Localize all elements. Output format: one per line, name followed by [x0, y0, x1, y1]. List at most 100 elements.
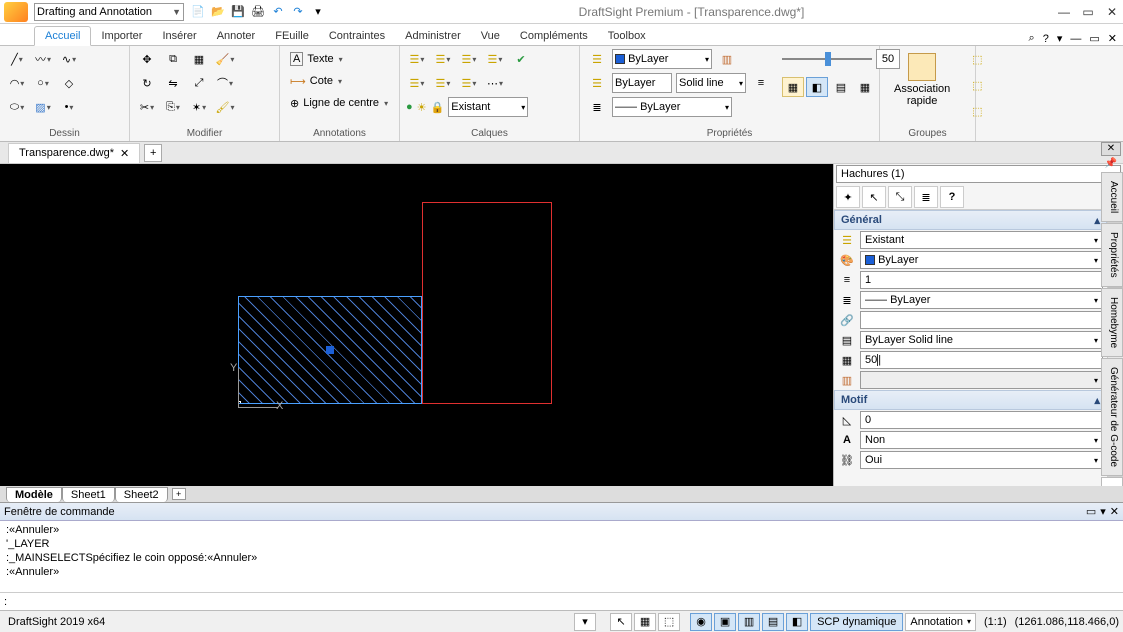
tab-administrer[interactable]: Administrer	[395, 27, 471, 45]
layer-a-icon[interactable]: ☰▾	[406, 49, 428, 69]
array-tool-icon[interactable]: ▦	[188, 49, 210, 69]
scale-tool-icon[interactable]: ⤢	[188, 73, 210, 93]
layer-d-icon[interactable]: ☰▾	[484, 49, 506, 69]
color-layers-icon[interactable]: ☰	[586, 49, 608, 69]
section-general[interactable]: Général▴	[834, 210, 1107, 230]
group-b-icon[interactable]: ⬚	[966, 75, 988, 95]
sheet-add-button[interactable]: +	[172, 488, 186, 500]
open-icon[interactable]: 📂	[210, 4, 226, 20]
rotate-tool-icon[interactable]: ↻	[136, 73, 158, 93]
pal-tool-d[interactable]: ≣	[914, 186, 938, 208]
side-tab-proprietes[interactable]: Propriétés	[1101, 223, 1123, 287]
print-icon[interactable]: 🖨	[250, 4, 266, 20]
tab-contraintes[interactable]: Contraintes	[319, 27, 395, 45]
redo-icon[interactable]: ↷	[290, 4, 306, 20]
layer-e-icon[interactable]: ☰▾	[406, 73, 428, 93]
layer-c-icon[interactable]: ☰▾	[458, 49, 480, 69]
prop-transparency-input[interactable]: 50|	[860, 351, 1103, 369]
linetype-select[interactable]: ByLayer	[612, 73, 672, 93]
prop-plot-select[interactable]: ▾	[860, 371, 1103, 389]
cmd-pin-icon[interactable]: ▾	[1100, 505, 1106, 518]
tab-annoter[interactable]: Annoter	[207, 27, 266, 45]
pal-help-button[interactable]: ?	[940, 186, 964, 208]
status-annotation-select[interactable]: Annotation▾	[905, 613, 976, 631]
sheet-2[interactable]: Sheet2	[115, 487, 168, 502]
status-btn-snap[interactable]: ⬚	[658, 613, 680, 631]
lw-icon[interactable]: ≣	[586, 97, 608, 117]
layer-more-icon[interactable]: ⋯▾	[484, 73, 506, 93]
lineweight-pick-icon[interactable]: ≡	[750, 73, 772, 93]
quick-association-button[interactable]: Associationrapide	[886, 49, 958, 111]
section-motif[interactable]: Motif▴	[834, 390, 1107, 410]
prop-style-select[interactable]: ByLayer Solid line▾	[860, 331, 1103, 349]
layer-f-icon[interactable]: ☰▾	[432, 73, 454, 93]
status-btn-d[interactable]: ▤	[762, 613, 784, 631]
status-btn-c[interactable]: ▥	[738, 613, 760, 631]
status-scp-button[interactable]: SCP dynamique	[810, 613, 903, 631]
prop-color-select[interactable]: ByLayer▾	[860, 251, 1103, 269]
collapse-icon-2[interactable]: ▴	[1094, 394, 1100, 407]
style-layers-icon[interactable]: ☰	[586, 73, 608, 93]
hatch-rectangle[interactable]	[238, 296, 422, 404]
close-button[interactable]: ✕	[1105, 5, 1119, 19]
selection-type-select[interactable]: Hachures (1)▾	[836, 165, 1121, 183]
line-tool-icon[interactable]: ╱▾	[6, 49, 28, 69]
status-btn-b[interactable]: ▣	[714, 613, 736, 631]
mirror-tool-icon[interactable]: ⇋	[162, 73, 184, 93]
point-tool-icon[interactable]: •▾	[58, 97, 80, 117]
help-icon[interactable]: ?	[1043, 33, 1049, 45]
pal-tool-c[interactable]: ⤡	[888, 186, 912, 208]
new-icon[interactable]: 📄	[190, 4, 206, 20]
prop-c-icon[interactable]: ▤	[830, 77, 852, 97]
tab-complements[interactable]: Compléments	[510, 27, 598, 45]
status-btn-a[interactable]: ◉	[690, 613, 712, 631]
prop-link-input[interactable]	[860, 311, 1103, 329]
command-input[interactable]: :	[0, 592, 1123, 610]
doc-close-button[interactable]: ✕	[1108, 32, 1117, 45]
hatch-pattern-icon[interactable]: ▥	[716, 49, 738, 69]
group-c-icon[interactable]: ⬚	[966, 101, 988, 121]
explode-tool-icon[interactable]: ✶▾	[188, 97, 210, 117]
tab-toolbox[interactable]: Toolbox	[598, 27, 656, 45]
layer-current-select[interactable]: Existant▾	[448, 97, 528, 117]
collapse-icon[interactable]: ▴	[1094, 214, 1100, 227]
sheet-1[interactable]: Sheet1	[62, 487, 115, 502]
erase-tool-icon[interactable]: 🧹▾	[214, 49, 236, 69]
doc-minimize-button[interactable]: —	[1070, 33, 1081, 45]
prop-linetype-select[interactable]: ―― ByLayer▾	[860, 291, 1103, 309]
linestyle-select[interactable]: Solid line▾	[676, 73, 746, 93]
side-tab-homebyme[interactable]: Homebyme	[1101, 288, 1123, 357]
layer-g-icon[interactable]: ☰▾	[458, 73, 480, 93]
save-icon[interactable]: 💾	[230, 4, 246, 20]
color-select[interactable]: ByLayer▾	[612, 49, 712, 69]
add-tab-button[interactable]: +	[144, 144, 162, 162]
layer-b-icon[interactable]: ☰▾	[432, 49, 454, 69]
fillet-tool-icon[interactable]: ⌒▾	[214, 73, 236, 93]
polygon-tool-icon[interactable]: ◇	[58, 73, 80, 93]
dimension-button[interactable]: ⟼Cote▾	[286, 71, 392, 91]
prop-d-icon[interactable]: ▦	[854, 77, 876, 97]
side-tab-accueil[interactable]: Accueil	[1101, 172, 1123, 222]
tab-feuille[interactable]: FEuille	[265, 27, 319, 45]
tab-accueil[interactable]: Accueil	[34, 26, 91, 46]
lineweight-select[interactable]: ―― ByLayer▾	[612, 97, 732, 117]
prop-angle-input[interactable]: 0	[860, 411, 1103, 429]
offset-tool-icon[interactable]: ⎘▾	[162, 97, 184, 117]
hatch-tool-icon[interactable]: ▨▾	[32, 97, 54, 117]
options-arrow-icon[interactable]: ▾	[1057, 32, 1063, 45]
tab-inserer[interactable]: Insérer	[152, 27, 206, 45]
tab-importer[interactable]: Importer	[91, 27, 152, 45]
group-a-icon[interactable]: ⬚	[966, 49, 988, 69]
prop-layer-select[interactable]: Existant▾	[860, 231, 1103, 249]
spline-tool-icon[interactable]: ∿▾	[58, 49, 80, 69]
prop-scale-input[interactable]: 1	[860, 271, 1103, 289]
tab-vue[interactable]: Vue	[471, 27, 510, 45]
text-button[interactable]: ATexte▾	[286, 49, 392, 69]
copy-tool-icon[interactable]: ⧉	[162, 49, 184, 69]
status-btn-e[interactable]: ◧	[786, 613, 808, 631]
palette-close-button[interactable]: ✕	[1101, 142, 1121, 156]
close-tab-icon[interactable]: ✕	[120, 147, 129, 160]
undo-icon[interactable]: ↶	[270, 4, 286, 20]
workspace-selector[interactable]: Drafting and Annotation ▼	[34, 3, 184, 21]
pal-tool-b[interactable]: ↖	[862, 186, 886, 208]
